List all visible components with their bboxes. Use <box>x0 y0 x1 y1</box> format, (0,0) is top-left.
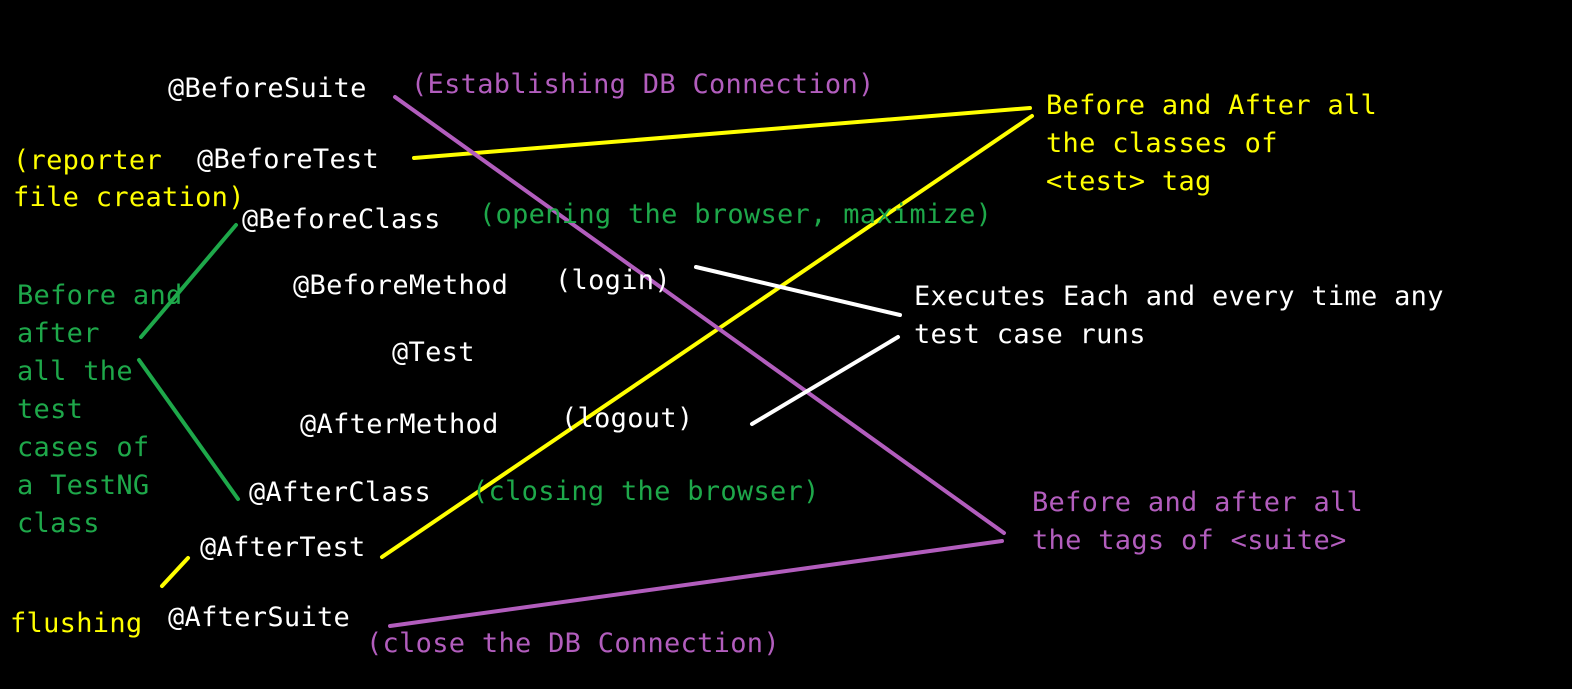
login-note: (login) <box>555 265 671 296</box>
test-label: @Test <box>392 337 475 368</box>
suite-tags-description: Before and after all the tags of <suite> <box>1032 484 1363 560</box>
connector-flushing <box>160 556 190 588</box>
class-cases-description-line: after <box>17 318 100 349</box>
connector-before-suite <box>393 95 1006 535</box>
class-cases-description-line: test <box>17 394 84 425</box>
after-test-label: @AfterTest <box>200 532 366 563</box>
class-cases-description-line: all the <box>17 356 133 387</box>
test-tag-description-line: <test> tag <box>1046 166 1212 197</box>
before-method-label: @BeforeMethod <box>293 270 509 301</box>
after-method-label: @AfterMethod <box>300 409 499 440</box>
connector-before-test <box>412 106 1032 160</box>
close-db-note: (close the DB Connection) <box>366 628 780 659</box>
class-cases-description-line: a TestNG <box>17 470 150 501</box>
before-test-label: @BeforeTest <box>197 144 380 175</box>
before-class-label: @BeforeClass <box>242 204 441 235</box>
closing-browser-note: (closing the browser) <box>472 476 820 507</box>
class-cases-description-line: class <box>17 508 100 539</box>
class-cases-description-line: Before and <box>17 280 183 311</box>
test-tag-description: Before and After all the classes of <tes… <box>1046 87 1377 201</box>
reporter-note-line2: file creation) <box>13 182 245 213</box>
method-runs-description-line: Executes Each and every time any <box>914 281 1444 312</box>
connector-after-suite <box>388 539 1004 628</box>
after-class-label: @AfterClass <box>249 477 432 508</box>
class-cases-description-line: cases of <box>17 432 150 463</box>
opening-browser-note: (opening the browser, maximize) <box>479 199 993 230</box>
suite-tags-description-line: the tags of <suite> <box>1032 525 1347 556</box>
before-suite-label: @BeforeSuite <box>168 73 367 104</box>
establishing-db-note: (Establishing DB Connection) <box>411 69 875 100</box>
class-cases-description: Before and after all the test cases of a… <box>17 277 183 543</box>
test-tag-description-line: Before and After all <box>1046 90 1378 121</box>
flushing-note: flushing <box>10 608 143 639</box>
method-runs-description: Executes Each and every time any test ca… <box>914 278 1444 354</box>
after-suite-label: @AfterSuite <box>168 602 351 633</box>
test-tag-description-line: the classes of <box>1046 128 1278 159</box>
method-runs-description-line: test case runs <box>914 319 1146 350</box>
logout-note: (logout) <box>561 403 694 434</box>
connector-logout <box>750 335 900 426</box>
suite-tags-description-line: Before and after all <box>1032 487 1364 518</box>
reporter-note-line1: (reporter <box>13 145 162 176</box>
